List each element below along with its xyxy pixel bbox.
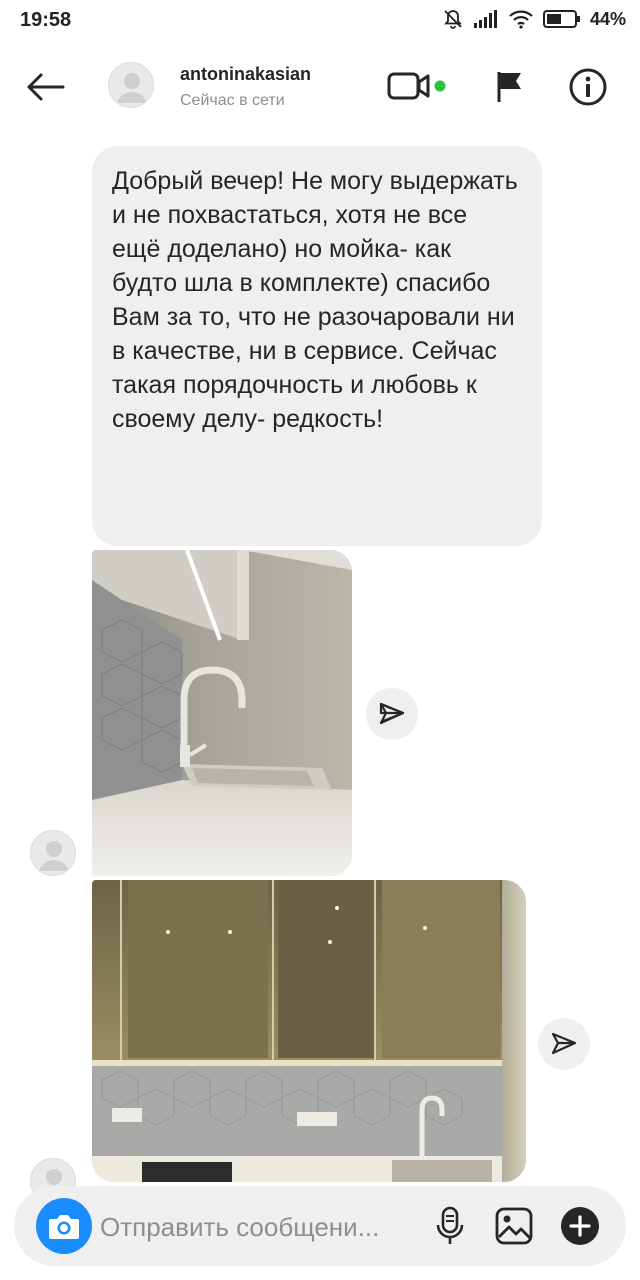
battery-icon — [542, 9, 581, 29]
back-arrow-icon — [27, 73, 65, 101]
battery-percent: 44% — [589, 8, 626, 29]
video-call-icon — [387, 72, 446, 100]
share-button[interactable] — [366, 688, 418, 740]
send-icon — [551, 1032, 577, 1055]
message-photo[interactable] — [92, 880, 526, 1182]
chat-header: antoninakasian Сейчас в сети — [0, 46, 640, 130]
status-time: 19:58 — [20, 9, 72, 31]
camera-button[interactable] — [36, 1198, 92, 1254]
message-input[interactable] — [100, 1210, 420, 1244]
flag-icon — [497, 72, 521, 102]
message-bubble[interactable]: Добрый вечер! Не могу выдержать и не пох… — [92, 146, 542, 546]
message-text: Добрый вечер! Не могу выдержать и не пох… — [112, 167, 518, 433]
plus-icon — [561, 1207, 599, 1245]
avatar[interactable] — [108, 62, 154, 108]
share-button[interactable] — [538, 1018, 590, 1070]
voice-message-button[interactable] — [432, 1206, 468, 1246]
camera-icon — [49, 1215, 79, 1239]
back-button[interactable] — [22, 66, 68, 108]
default-avatar-icon — [117, 73, 147, 103]
avatar[interactable] — [30, 830, 76, 876]
video-call-button[interactable] — [386, 68, 450, 104]
message-composer — [14, 1186, 626, 1266]
gallery-icon — [495, 1207, 533, 1245]
info-icon — [569, 68, 607, 106]
online-dot-icon — [434, 80, 446, 92]
status-icons: 44% — [442, 8, 626, 30]
wifi-icon — [508, 9, 534, 29]
mute-bell-icon — [442, 8, 464, 30]
info-button[interactable] — [568, 67, 608, 107]
signal-icon — [473, 9, 499, 29]
status-bar: 19:58 44% — [0, 0, 640, 40]
default-avatar-icon — [39, 841, 69, 871]
presence-status: Сейчас в сети — [180, 92, 285, 109]
more-actions-button[interactable] — [560, 1206, 600, 1246]
username[interactable]: antoninakasian — [180, 64, 311, 85]
gallery-button[interactable] — [494, 1206, 534, 1246]
report-button[interactable] — [492, 68, 528, 104]
microphone-icon — [436, 1206, 464, 1244]
send-icon — [379, 702, 405, 725]
message-photo[interactable] — [92, 550, 352, 876]
